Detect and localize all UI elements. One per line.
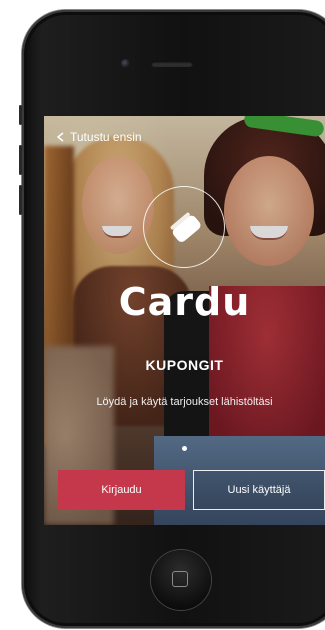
new-user-button-label: Uusi käyttäjä bbox=[227, 484, 291, 496]
back-link-label: Tutustu ensin bbox=[70, 130, 142, 144]
home-button-icon bbox=[172, 571, 188, 587]
chevron-left-icon bbox=[56, 132, 64, 142]
new-user-button[interactable]: Uusi käyttäjä bbox=[193, 470, 325, 510]
login-button[interactable]: Kirjaudu bbox=[58, 470, 185, 510]
page: Tutustu ensin Cardu KUPONGIT Löydä ja kä… bbox=[0, 0, 325, 630]
app-screen: Tutustu ensin Cardu KUPONGIT Löydä ja kä… bbox=[44, 116, 325, 525]
cardu-logo-icon bbox=[170, 212, 201, 242]
front-camera bbox=[121, 59, 130, 68]
volume-down-button bbox=[19, 185, 22, 215]
brand-name: Cardu bbox=[118, 280, 251, 324]
login-button-label: Kirjaudu bbox=[101, 484, 142, 496]
page-indicator bbox=[44, 446, 325, 451]
volume-up-button bbox=[19, 145, 22, 175]
earpiece-speaker bbox=[151, 61, 193, 67]
page-indicator-dot bbox=[182, 446, 187, 451]
back-link[interactable]: Tutustu ensin bbox=[56, 126, 142, 148]
logo-circle bbox=[143, 186, 225, 268]
section-title: KUPONGIT bbox=[145, 357, 224, 373]
mute-switch bbox=[19, 105, 22, 125]
home-button[interactable] bbox=[151, 550, 211, 610]
tagline: Löydä ja käytä tarjoukset lähistöltäsi bbox=[96, 396, 273, 408]
